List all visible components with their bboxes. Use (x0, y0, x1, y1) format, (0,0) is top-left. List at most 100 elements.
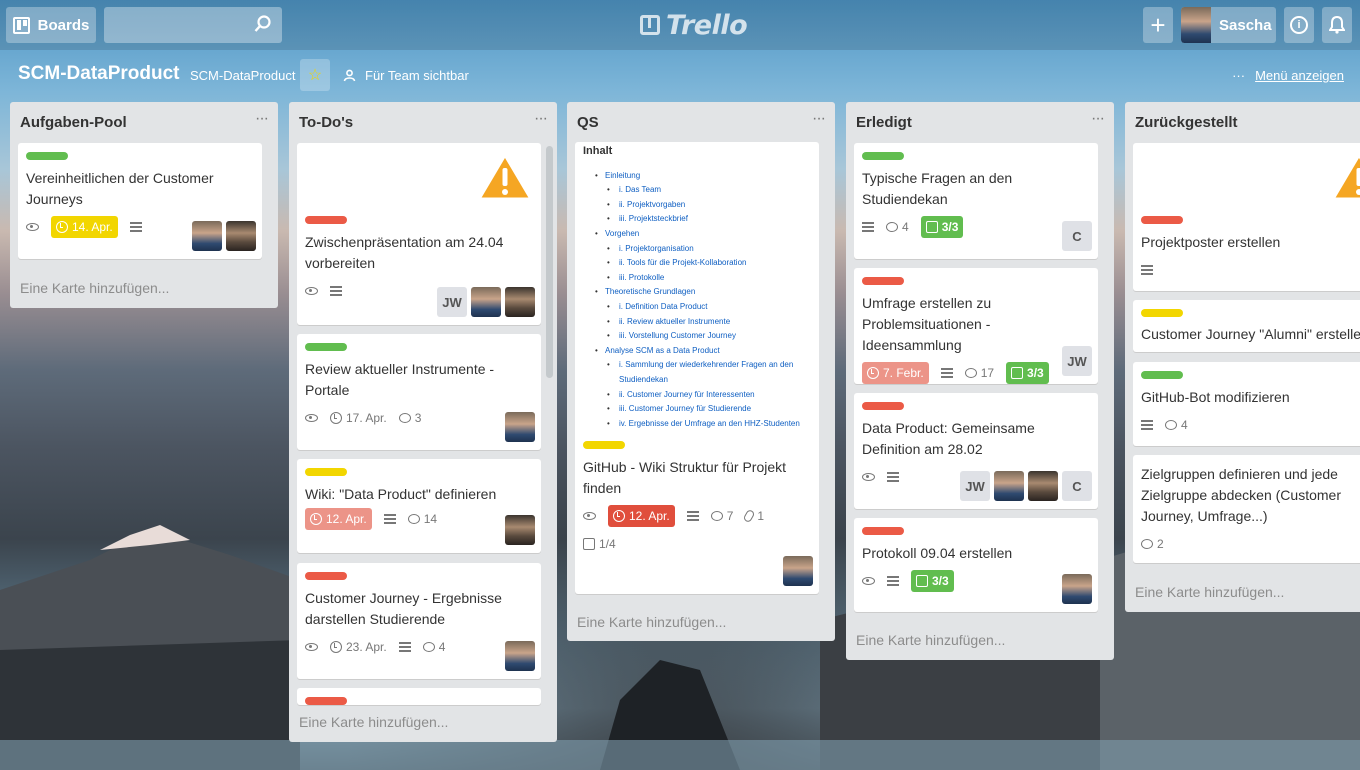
avatar[interactable] (1062, 574, 1092, 604)
comments-badge: 2 (1141, 537, 1164, 551)
add-card-button[interactable]: Eine Karte hinzufügen... (1135, 584, 1284, 600)
star-button[interactable]: ☆ (300, 59, 330, 91)
avatar-initials[interactable]: C (1062, 221, 1092, 251)
card[interactable]: Inhalt Einleitungi. Das Teamii. Projektv… (575, 142, 819, 594)
toc-item: ii. Projektvorgaben (583, 198, 811, 213)
list-title[interactable]: Aufgaben-Pool (20, 114, 127, 131)
label-green (26, 152, 68, 160)
list-header[interactable]: Erledigt ··· (846, 102, 1114, 142)
avatar-initials[interactable]: JW (1062, 346, 1092, 376)
due-date-badge[interactable]: 7. Febr. (862, 362, 929, 384)
list-title[interactable]: QS (577, 114, 599, 131)
list-title[interactable]: Zurückgestellt (1135, 114, 1238, 131)
list-title[interactable]: To-Do's (299, 114, 353, 131)
trello-logo[interactable]: Trello (640, 8, 748, 42)
list-header[interactable]: To-Do's ··· (289, 102, 557, 142)
card[interactable]: Review aktueller Instrumente - Portale 1… (297, 334, 541, 450)
list-header[interactable]: Zurückgestellt (1125, 102, 1360, 142)
boards-button[interactable]: Boards (6, 7, 96, 43)
avatar-initials[interactable]: JW (960, 471, 990, 501)
add-card-button[interactable]: Eine Karte hinzufügen... (20, 280, 169, 296)
card[interactable]: Protokoll 09.04 erstellen 3/3 (854, 518, 1098, 612)
due-date-badge[interactable]: 14. Apr. (51, 216, 118, 238)
visibility-button[interactable]: Für Team sichtbar (343, 68, 469, 83)
avatar[interactable] (505, 287, 535, 317)
clock-icon (867, 367, 879, 379)
card[interactable]: Projektposter erstellen (1133, 143, 1360, 291)
list-erledigt[interactable]: Erledigt ··· Typische Fragen an den Stud… (846, 102, 1114, 660)
search-icon[interactable] (254, 15, 272, 33)
label-yellow (305, 468, 347, 476)
list-header[interactable]: Aufgaben-Pool ··· (10, 102, 278, 142)
notifications-button[interactable] (1322, 7, 1352, 43)
list-menu-icon[interactable]: ··· (534, 110, 548, 128)
list-aufgaben-pool[interactable]: Aufgaben-Pool ··· Vereinheitlichen der C… (10, 102, 278, 308)
star-icon: ☆ (307, 67, 323, 84)
avatar[interactable] (505, 641, 535, 671)
card-title: Data Product: Gemeinsame Definition am 2… (862, 420, 1035, 457)
watch-icon (305, 414, 318, 422)
list-todos[interactable]: To-Do's ··· Zwischenpräsentation am 24.0… (289, 102, 557, 742)
due-date-badge[interactable]: 12. Apr. (608, 505, 675, 528)
plus-icon: + (1150, 9, 1166, 40)
card[interactable]: GitHub-Bot modifizieren 4 (1133, 362, 1360, 446)
avatar[interactable] (1028, 471, 1058, 501)
card-badges: 23. Apr. 4 (305, 636, 533, 658)
card-badges: 17. Apr. 3 (305, 407, 533, 429)
avatar[interactable] (192, 221, 222, 251)
avatar[interactable] (471, 287, 501, 317)
avatar[interactable] (505, 412, 535, 442)
board-team-link[interactable]: SCM-DataProduct (190, 68, 295, 83)
card[interactable]: Zwischenpräsentation am 24.04 vorbereite… (297, 143, 541, 325)
card-members (505, 641, 535, 671)
avatar-initials[interactable]: JW (437, 287, 467, 317)
label-green (305, 343, 347, 351)
show-menu-button[interactable]: ··· Menü anzeigen (1232, 68, 1344, 83)
avatar[interactable] (505, 515, 535, 545)
card[interactable]: Vereinheitlichen der Customer Journeys 1… (18, 143, 262, 259)
comments-count: 3 (414, 411, 422, 425)
search-input[interactable] (104, 7, 282, 43)
list-menu-icon[interactable]: ··· (812, 110, 826, 128)
card[interactable]: Zielgruppen definieren und jede Zielgrup… (1133, 455, 1360, 563)
card-members (505, 412, 535, 442)
avatar-initials[interactable]: C (1062, 471, 1092, 501)
list-title[interactable]: Erledigt (856, 114, 912, 131)
add-button[interactable]: + (1143, 7, 1173, 43)
user-menu-button[interactable]: Sascha (1181, 7, 1276, 43)
list-menu-icon[interactable]: ··· (255, 110, 269, 128)
checklist-badge: 3/3 (911, 570, 954, 592)
list-qs[interactable]: QS ··· Inhalt Einleitungi. Das Teamii. P… (567, 102, 835, 641)
card[interactable]: Customer Journey "Alumni" erstellen (1133, 300, 1360, 352)
avatar[interactable] (783, 556, 813, 586)
comments-count: 4 (438, 640, 446, 654)
due-date-badge[interactable]: 17. Apr. (330, 411, 387, 425)
add-card-button[interactable]: Eine Karte hinzufügen... (577, 614, 726, 630)
label-yellow (583, 441, 625, 450)
toc-item: iii. Projektsteckbrief (583, 212, 811, 227)
card[interactable]: Wiki: "Data Product" definieren 12. Apr.… (297, 459, 541, 553)
board-title[interactable]: SCM-DataProduct (18, 63, 180, 85)
card[interactable]: Umfrage erstellen zu Problemsituationen … (854, 268, 1098, 384)
avatar[interactable] (994, 471, 1024, 501)
description-icon (940, 367, 953, 379)
card[interactable]: Typische Fragen an den Studiendekan 4 3/… (854, 143, 1098, 259)
card-title: GitHub - Wiki Struktur für Projekt finde… (583, 459, 787, 497)
due-date-badge[interactable]: 23. Apr. (330, 640, 387, 654)
list-header[interactable]: QS ··· (567, 102, 835, 142)
toc-item: Vorgehen (583, 227, 811, 242)
card[interactable]: Data Product: Gemeinsame Definition am 2… (854, 393, 1098, 509)
add-card-button[interactable]: Eine Karte hinzufügen... (299, 714, 448, 730)
card[interactable]: Customer Journey - Ergebnisse darstellen… (297, 563, 541, 679)
list-zurueckgestellt[interactable]: Zurückgestellt Projektposter erstellen C… (1125, 102, 1360, 612)
card[interactable] (297, 688, 541, 705)
add-card-button[interactable]: Eine Karte hinzufügen... (856, 632, 1005, 648)
info-button[interactable]: i (1284, 7, 1314, 43)
checklist-icon (583, 538, 595, 551)
list-scrollbar[interactable] (546, 146, 553, 378)
list-menu-icon[interactable]: ··· (1091, 110, 1105, 128)
label-yellow (1141, 309, 1183, 317)
due-date-badge[interactable]: 12. Apr. (305, 508, 372, 530)
avatar[interactable] (226, 221, 256, 251)
clock-icon (330, 641, 342, 653)
